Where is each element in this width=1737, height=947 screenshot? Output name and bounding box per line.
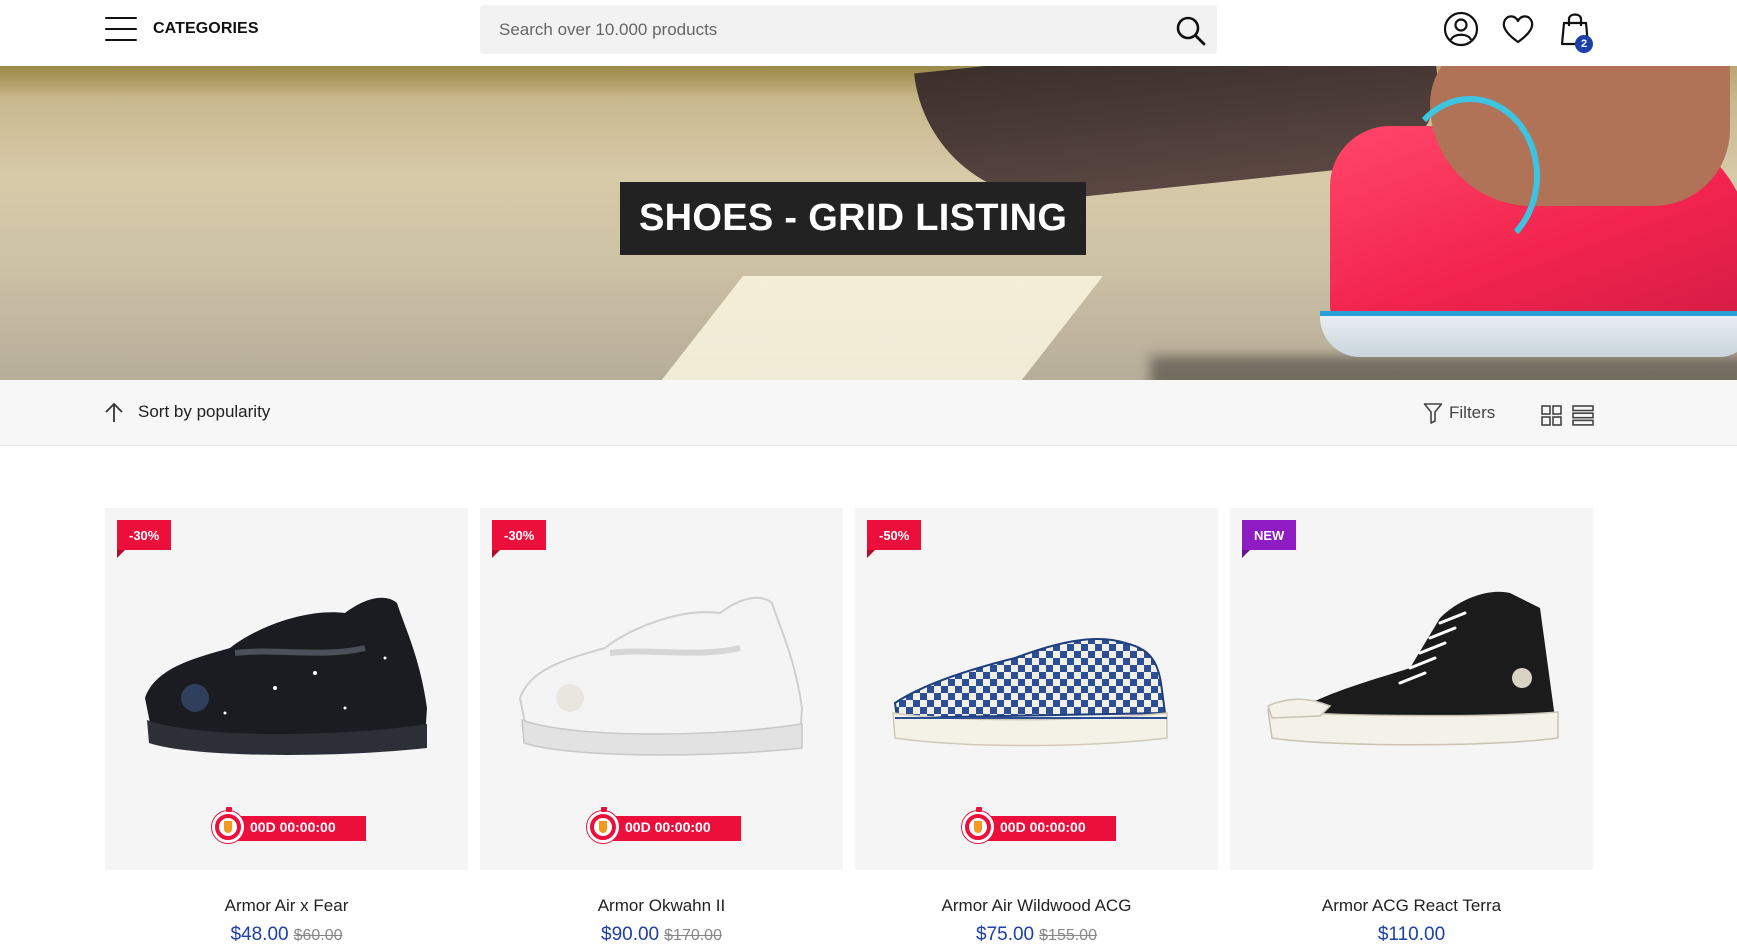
countdown-timer: 00D 00:00:00 [587, 807, 741, 843]
price-current: $48.00 [230, 924, 289, 945]
product-name[interactable]: Armor Air Wildwood ACG [855, 896, 1218, 916]
categories-button[interactable]: CATEGORIES [105, 16, 259, 42]
product-card[interactable]: NEW [1230, 508, 1593, 870]
price-old: $170.00 [664, 927, 722, 944]
arrow-up-icon [105, 402, 123, 422]
product-card[interactable]: -50% 00D 00:00:00 [855, 508, 1218, 870]
price-current: $110.00 [1377, 924, 1446, 945]
discount-badge: -50% [867, 520, 922, 558]
product-name[interactable]: Armor Air x Fear [105, 896, 468, 916]
stopwatch-icon [962, 807, 994, 843]
search-bar [480, 5, 1217, 54]
sort-dropdown[interactable]: Sort by popularity [104, 401, 270, 423]
sort-label: Sort by popularity [138, 402, 271, 421]
countdown-timer: 00D 00:00:00 [962, 807, 1116, 843]
listing-toolbar: Sort by popularity Filters [0, 380, 1737, 446]
product-image[interactable] [885, 588, 1188, 768]
stopwatch-icon [587, 807, 619, 843]
product-image[interactable] [1260, 588, 1563, 768]
discount-badge: -30% [492, 520, 547, 558]
heart-icon[interactable] [1499, 10, 1537, 48]
menu-icon [105, 17, 137, 41]
product-price: $90.00 $170.00 [480, 924, 843, 946]
price-old: $60.00 [293, 927, 343, 944]
list-view-icon[interactable] [1572, 405, 1594, 426]
page-title-text: SHOES - GRID LISTING [639, 197, 1068, 239]
product-price: $110.00 [1230, 924, 1593, 946]
hero-banner: SHOES - GRID LISTING [0, 66, 1737, 380]
filter-icon [1423, 403, 1443, 424]
stopwatch-icon [212, 807, 244, 843]
product-card[interactable]: -30% 00D 00:00:00 [105, 508, 468, 870]
product-price: $75.00 $155.00 [855, 924, 1218, 946]
countdown-timer: 00D 00:00:00 [212, 807, 366, 843]
grid-view-icon[interactable] [1541, 405, 1562, 426]
new-badge: NEW [1242, 520, 1297, 558]
discount-badge: -30% [117, 520, 172, 558]
user-icon[interactable] [1442, 10, 1480, 48]
search-icon[interactable] [1175, 15, 1207, 47]
product-image[interactable] [135, 588, 438, 768]
site-header: CATEGORIES 2 [0, 0, 1737, 66]
price-current: $90.00 [601, 924, 660, 945]
product-name[interactable]: Armor ACG React Terra [1230, 896, 1593, 916]
product-image[interactable] [510, 588, 813, 768]
categories-label: CATEGORIES [153, 20, 259, 37]
product-name[interactable]: Armor Okwahn II [480, 896, 843, 916]
filters-button[interactable]: Filters [1423, 402, 1495, 424]
product-price: $48.00 $60.00 [105, 924, 468, 946]
product-card[interactable]: -30% 00D 00:00:00 [480, 508, 843, 870]
page-title: SHOES - GRID LISTING [620, 182, 1087, 255]
price-current: $75.00 [976, 924, 1035, 945]
search-input[interactable] [480, 5, 1160, 54]
price-old: $155.00 [1039, 927, 1097, 944]
cart-count-badge: 2 [1575, 35, 1593, 53]
filters-label: Filters [1449, 403, 1496, 422]
